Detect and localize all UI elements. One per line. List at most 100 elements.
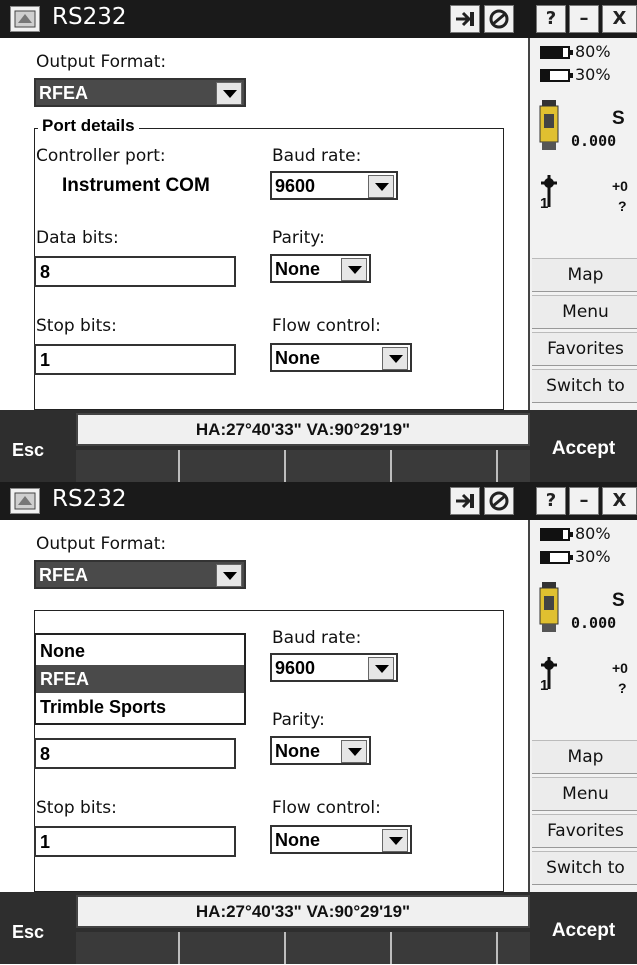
baud-rate-label: Baud rate: — [272, 628, 362, 648]
output-format-label: Output Format: — [36, 534, 167, 554]
chevron-down-icon[interactable] — [216, 564, 242, 587]
connect-icon[interactable] — [450, 487, 480, 515]
minimize-button[interactable]: – — [569, 5, 599, 33]
app-menu-icon[interactable] — [10, 6, 40, 32]
switch-to-button[interactable]: Switch to — [532, 851, 637, 885]
softkey-2[interactable] — [180, 450, 286, 482]
instrument-value: 0.000 — [571, 132, 617, 150]
softkey-1[interactable] — [76, 450, 180, 482]
switch-to-button[interactable]: Switch to — [532, 369, 637, 403]
favorites-button[interactable]: Favorites — [532, 814, 637, 848]
stop-bits-field[interactable]: 1 — [34, 826, 236, 857]
point-index: 1 — [540, 195, 549, 212]
battery-2-percent: 30% — [575, 547, 611, 566]
battery-2-fill — [542, 553, 550, 562]
esc-button[interactable]: Esc — [0, 892, 76, 964]
output-format-select[interactable]: RFEA — [34, 560, 246, 589]
flow-control-select[interactable]: None — [270, 343, 412, 372]
controller-port-label: Controller port: — [36, 146, 166, 166]
map-button[interactable]: Map — [532, 740, 637, 774]
battery-1-percent: 80% — [575, 42, 611, 61]
softkey-2[interactable] — [180, 932, 286, 964]
stop-bits-value: 1 — [40, 350, 51, 370]
point-unknown: ? — [618, 198, 627, 214]
battery-2-percent: 30% — [575, 65, 611, 84]
bottom-bar: Esc HA:27°40'33" VA:90°29'19" Accept — [0, 892, 637, 964]
baud-rate-select[interactable]: 9600 — [270, 171, 398, 200]
chevron-down-icon[interactable] — [382, 829, 408, 852]
map-button[interactable]: Map — [532, 258, 637, 292]
parity-value: None — [275, 741, 320, 761]
point-value: +0 — [612, 178, 628, 194]
dropdown-option-none[interactable]: None — [36, 637, 244, 665]
close-button[interactable]: X — [602, 487, 637, 515]
output-format-dropdown-list[interactable]: None RFEA Trimble Sports — [34, 633, 246, 725]
chevron-down-icon[interactable] — [368, 657, 394, 680]
status-sidebar: 80% 30% S 0.000 1 +0 ? Map Menu Favorite… — [528, 38, 637, 410]
battery-2-icon — [540, 551, 573, 564]
point-value: +0 — [612, 660, 628, 676]
minimize-button[interactable]: – — [569, 487, 599, 515]
chevron-down-icon[interactable] — [341, 258, 367, 281]
softkey-1[interactable] — [76, 932, 180, 964]
chevron-down-icon[interactable] — [341, 740, 367, 763]
output-format-value: RFEA — [39, 83, 88, 103]
rs232-screen: RS232 ? – X Output Format: RFEA Port det… — [0, 0, 637, 482]
data-bits-field[interactable]: 8 — [34, 738, 236, 769]
window-title: RS232 — [52, 486, 127, 512]
connect-icon[interactable] — [450, 5, 480, 33]
output-format-label: Output Format: — [36, 52, 167, 72]
flow-control-value: None — [275, 348, 320, 368]
chevron-down-icon[interactable] — [382, 347, 408, 370]
softkey-3[interactable] — [286, 450, 392, 482]
app-menu-icon[interactable] — [10, 488, 40, 514]
baud-rate-select[interactable]: 9600 — [270, 653, 398, 682]
instrument-status-text: S — [612, 590, 625, 611]
baud-rate-value: 9600 — [275, 176, 316, 196]
total-station-icon[interactable] — [538, 582, 560, 638]
port-details-title: Port details — [38, 116, 139, 136]
menu-button[interactable]: Menu — [532, 295, 637, 329]
gps-status-icon[interactable] — [484, 487, 514, 515]
data-bits-field[interactable]: 8 — [34, 256, 236, 287]
softkey-4[interactable] — [392, 450, 498, 482]
point-index: 1 — [540, 677, 549, 694]
chevron-down-icon[interactable] — [216, 82, 242, 105]
instrument-value: 0.000 — [571, 614, 617, 632]
gps-status-icon[interactable] — [484, 5, 514, 33]
instrument-status-text: S — [612, 108, 625, 129]
data-bits-value: 8 — [40, 262, 51, 282]
battery-1-fill — [542, 48, 563, 57]
esc-button[interactable]: Esc — [0, 410, 76, 482]
output-format-select[interactable]: RFEA — [34, 78, 246, 107]
close-button[interactable]: X — [602, 5, 637, 33]
bottom-bar: Esc HA:27°40'33" VA:90°29'19" Accept — [0, 410, 637, 482]
softkey-4[interactable] — [392, 932, 498, 964]
battery-1-icon — [540, 528, 573, 541]
total-station-icon[interactable] — [538, 100, 560, 156]
stop-bits-field[interactable]: 1 — [34, 344, 236, 375]
help-button[interactable]: ? — [536, 5, 566, 33]
help-button[interactable]: ? — [536, 487, 566, 515]
parity-label: Parity: — [272, 710, 325, 730]
title-bar: RS232 ? – X — [0, 482, 637, 520]
dropdown-option-trimble-sports[interactable]: Trimble Sports — [36, 693, 244, 721]
status-sidebar: 80% 30% S 0.000 1 +0 ? Map Menu Favorite… — [528, 520, 637, 892]
favorites-button[interactable]: Favorites — [532, 332, 637, 366]
flow-control-label: Flow control: — [272, 316, 381, 336]
chevron-down-icon[interactable] — [368, 175, 394, 198]
controller-port-value: Instrument COM — [62, 175, 210, 196]
parity-select[interactable]: None — [270, 254, 371, 283]
accept-button[interactable]: Accept — [530, 410, 637, 482]
menu-button[interactable]: Menu — [532, 777, 637, 811]
battery-1-icon — [540, 46, 573, 59]
softkey-3[interactable] — [286, 932, 392, 964]
rs232-form: Output Format: RFEA Port details Control… — [0, 38, 528, 410]
window-title: RS232 — [52, 4, 127, 30]
dropdown-option-rfea[interactable]: RFEA — [36, 665, 244, 693]
point-unknown: ? — [618, 680, 627, 696]
flow-control-select[interactable]: None — [270, 825, 412, 854]
accept-button[interactable]: Accept — [530, 892, 637, 964]
title-bar: RS232 ? – X — [0, 0, 637, 38]
parity-select[interactable]: None — [270, 736, 371, 765]
